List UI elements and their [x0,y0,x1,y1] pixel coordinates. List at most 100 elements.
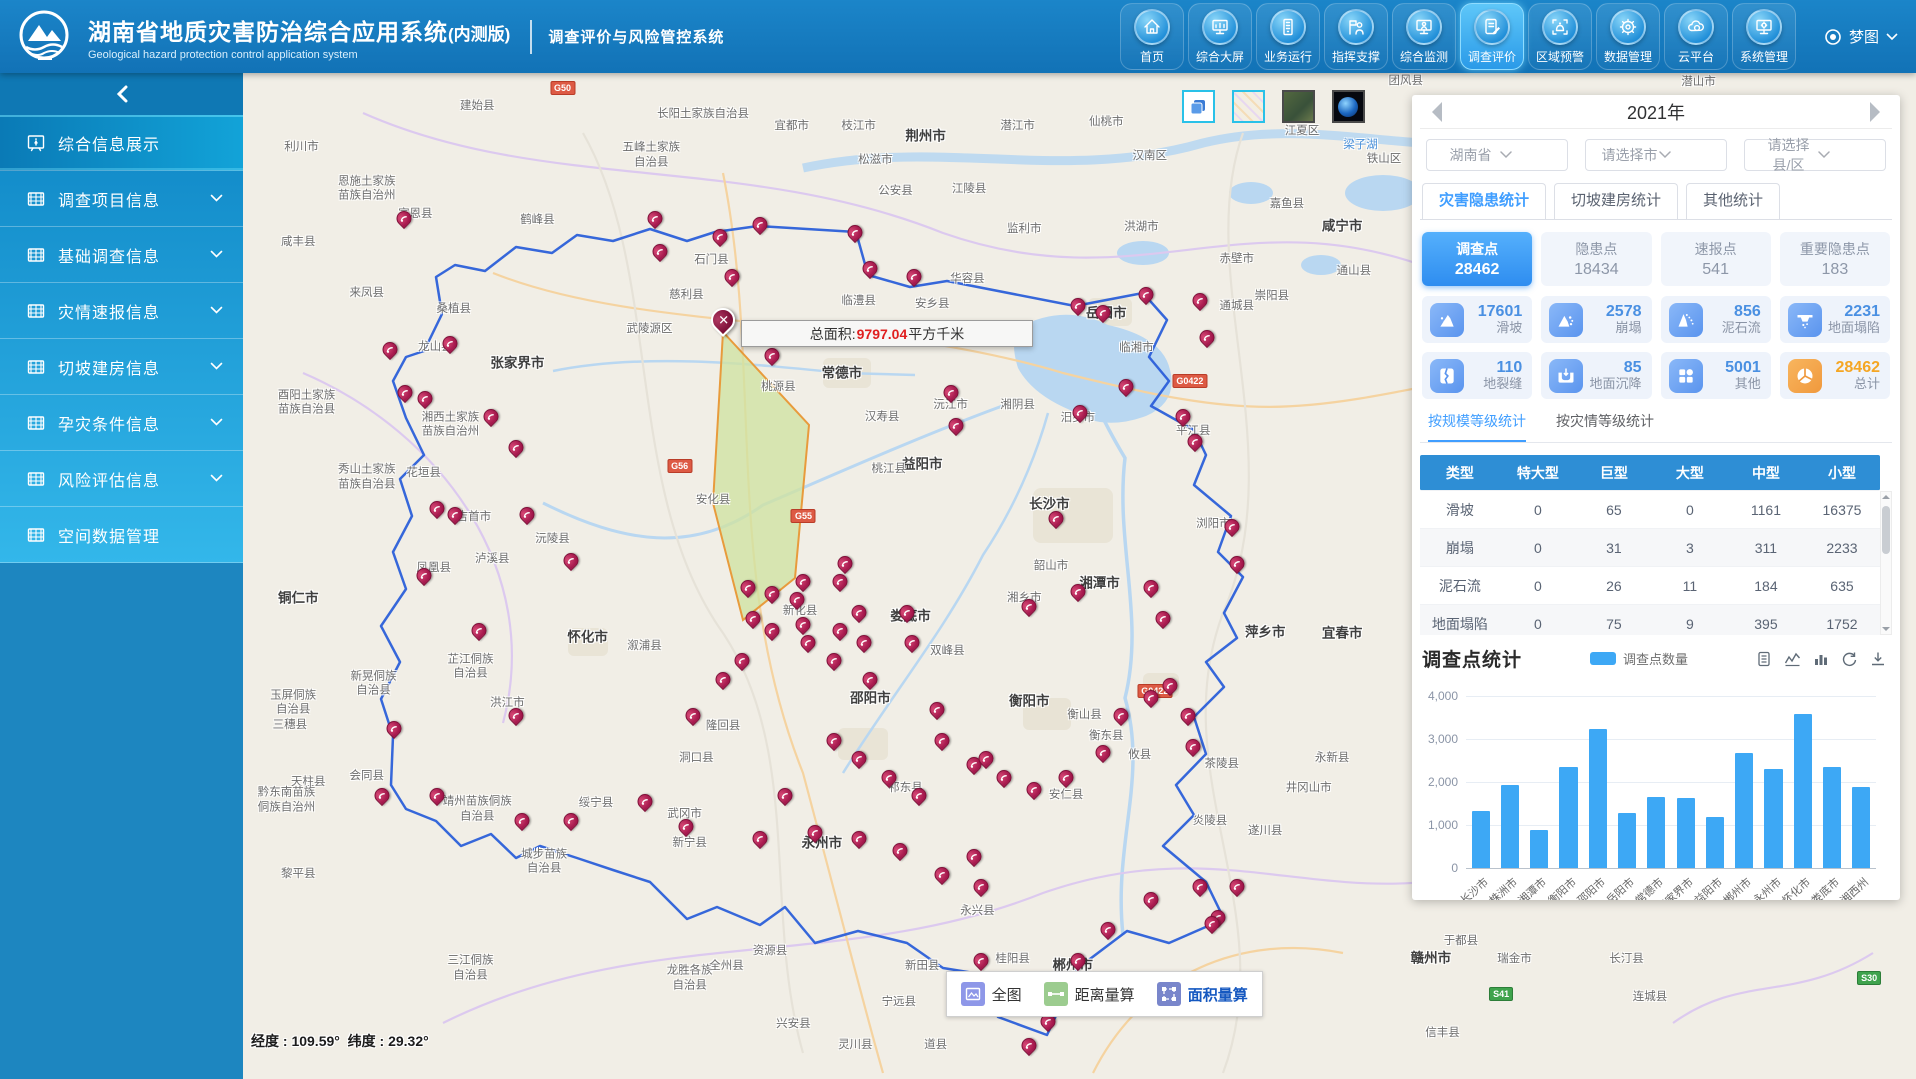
subtab-按规模等级统计[interactable]: 按规模等级统计 [1428,411,1526,442]
sidebar-item-切坡建房信息[interactable]: 切坡建房信息 [0,339,243,395]
nav-item-区域预警[interactable]: 区域预警 [1528,3,1592,70]
hazard-point-marker[interactable] [1119,379,1134,394]
stat-card-速报点[interactable]: 速报点541 [1661,232,1771,286]
table-scrollbar[interactable] [1880,491,1892,635]
hazard-point-marker[interactable] [973,953,988,968]
street-layer-thumbnail[interactable] [1232,90,1265,123]
hazard-point-marker[interactable] [967,849,982,864]
hazard-point-marker[interactable] [515,813,530,828]
hazard-point-marker[interactable] [1144,690,1159,705]
hazard-point-marker[interactable] [833,623,848,638]
hazard-point-marker[interactable] [520,507,535,522]
hazard-point-marker[interactable] [712,229,727,244]
hazard-point-marker[interactable] [881,770,896,785]
hazard-point-marker[interactable] [930,702,945,717]
hazard-point-marker[interactable] [905,635,920,650]
stat-card-重要隐患点[interactable]: 重要隐患点183 [1780,232,1890,286]
hazard-point-marker[interactable] [1027,782,1042,797]
hazard-point-marker[interactable] [808,825,823,840]
tab-其他统计[interactable]: 其他统计 [1686,183,1780,219]
hazard-point-marker[interactable] [764,586,779,601]
hazard-point-marker[interactable] [741,580,756,595]
nav-item-系统管理[interactable]: 系统管理 [1732,3,1796,70]
hazard-point-marker[interactable] [396,211,411,226]
hazard-point-marker[interactable] [764,623,779,638]
hazard-point-marker[interactable] [1181,708,1196,723]
map-tool-距离量算[interactable]: 距离量算 [1044,982,1135,1006]
bar-常德市[interactable] [1647,797,1665,868]
sidebar-item-基础调查信息[interactable]: 基础调查信息 [0,227,243,283]
hazard-point-marker[interactable] [856,635,871,650]
hazard-point-marker[interactable] [383,342,398,357]
hazard-point-marker[interactable] [1022,1038,1037,1053]
hazard-point-marker[interactable] [430,501,445,516]
sidebar-item-灾情速报信息[interactable]: 灾情速报信息 [0,283,243,339]
hazard-point-marker[interactable] [471,623,486,638]
hazard-point-marker[interactable] [833,574,848,589]
hazard-point-marker[interactable] [906,269,921,284]
region-select-1[interactable]: 请选择市 [1585,139,1727,171]
user-area[interactable]: 梦图 [1824,26,1898,47]
hazard-point-marker[interactable] [1070,298,1085,313]
hazard-point-marker[interactable] [848,225,863,240]
hazard-point-marker[interactable] [863,672,878,687]
hazard-point-marker[interactable] [935,733,950,748]
sidebar-item-孕灾条件信息[interactable]: 孕灾条件信息 [0,395,243,451]
hazard-point-marker[interactable] [418,391,433,406]
hazard-point-marker[interactable] [801,635,816,650]
stat-card-隐患点[interactable]: 隐患点18434 [1541,232,1651,286]
hazard-point-marker[interactable] [1070,584,1085,599]
hazard-point-marker[interactable] [1095,745,1110,760]
hazard-point-marker[interactable] [851,831,866,846]
hazard-point-marker[interactable] [796,574,811,589]
hazard-point-marker[interactable] [764,348,779,363]
tab-切坡建房统计[interactable]: 切坡建房统计 [1554,183,1678,219]
nav-item-综合大屏[interactable]: 综合大屏 [1188,3,1252,70]
hazard-point-marker[interactable] [686,708,701,723]
hazard-point-marker[interactable] [1224,519,1239,534]
bar-永州市[interactable] [1764,769,1782,868]
map-tool-面积量算[interactable]: 面积量算 [1157,982,1248,1006]
nav-item-指挥支撑[interactable]: 指挥支撑 [1324,3,1388,70]
hazard-point-marker[interactable] [1144,892,1159,907]
hazard-point-marker[interactable] [724,269,739,284]
hazard-point-marker[interactable] [637,794,652,809]
measure-close-marker[interactable]: ✕ [711,308,735,332]
hazard-point-marker[interactable] [1204,916,1219,931]
hazard-point-marker[interactable] [1192,293,1207,308]
region-select-2[interactable]: 请选择县/区 [1744,139,1886,171]
hazard-point-marker[interactable] [851,751,866,766]
hazard-point-marker[interactable] [1162,678,1177,693]
hazard-point-marker[interactable] [563,813,578,828]
hazard-point-marker[interactable] [508,440,523,455]
bar-衡阳市[interactable] [1559,767,1577,868]
hazard-point-marker[interactable] [978,751,993,766]
line-chart-icon[interactable] [1784,651,1801,667]
bar-湘西州[interactable] [1852,787,1870,868]
hazard-point-marker[interactable] [1229,556,1244,571]
layers-button[interactable] [1182,90,1215,123]
chart-legend[interactable]: 调查点数量 [1590,649,1688,668]
hazard-point-marker[interactable] [1187,434,1202,449]
stat-card-调查点[interactable]: 调查点28462 [1422,232,1532,286]
nav-item-云平台[interactable]: 云平台 [1664,3,1728,70]
bar-株洲市[interactable] [1501,785,1519,868]
hazard-point-marker[interactable] [838,556,853,571]
hazard-point-marker[interactable] [900,605,915,620]
sidebar-item-综合信息展示[interactable]: 综合信息展示 [0,115,243,171]
hazard-point-marker[interactable] [851,605,866,620]
hazard-point-marker[interactable] [943,385,958,400]
sidebar-item-风险评估信息[interactable]: 风险评估信息 [0,451,243,507]
hazard-point-marker[interactable] [746,611,761,626]
tab-灾害隐患统计[interactable]: 灾害隐患统计 [1422,183,1546,219]
globe-layer-thumbnail[interactable] [1332,90,1365,123]
next-year-button[interactable] [1870,102,1890,122]
hazard-point-marker[interactable] [647,211,662,226]
bar-娄底市[interactable] [1823,767,1841,868]
hazard-point-marker[interactable] [1139,287,1154,302]
hazard-point-marker[interactable] [652,244,667,259]
bar-益阳市[interactable] [1706,817,1724,868]
nav-item-调查评价[interactable]: 调查评价 [1460,3,1524,70]
hazard-point-marker[interactable] [1049,511,1064,526]
bar-邵阳市[interactable] [1589,729,1607,868]
